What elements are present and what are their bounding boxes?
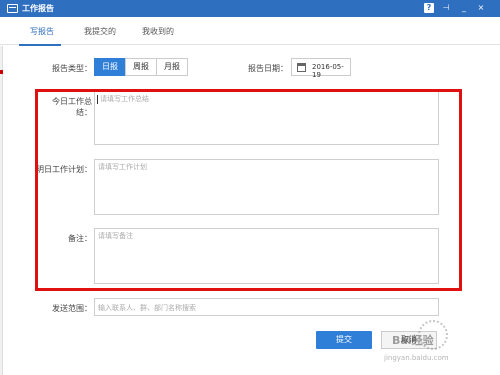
pin-icon[interactable]: ⊣ xyxy=(441,3,451,13)
report-type-daily[interactable]: 日报 xyxy=(94,58,126,76)
window-title: 工作报告 xyxy=(22,4,54,13)
tab-my-submitted[interactable]: 我提交的 xyxy=(84,26,116,37)
report-date-field[interactable]: 2016-05-19 xyxy=(291,58,351,79)
calendar-icon[interactable] xyxy=(297,63,306,72)
plan-placeholder: 请填写工作计划 xyxy=(98,163,147,171)
watermark: Bai经验 jingyan.baidu.com xyxy=(372,318,498,374)
help-icon[interactable]: ? xyxy=(424,3,434,13)
active-tab-indicator xyxy=(19,44,61,46)
report-type-weekly[interactable]: 周报 xyxy=(125,58,157,76)
plan-textarea[interactable]: 请填写工作计划 xyxy=(94,159,439,215)
send-scope-label: 发送范围： xyxy=(52,304,92,313)
remarks-textarea[interactable]: 请填写备注 xyxy=(94,228,439,284)
close-icon[interactable]: × xyxy=(476,3,486,13)
window-icon xyxy=(7,4,18,13)
remarks-label: 备注： xyxy=(68,234,92,243)
watermark-text: Bai经验 xyxy=(392,334,434,347)
summary-label: 今日工作总结： xyxy=(52,97,92,117)
summary-placeholder: 请填写工作总结 xyxy=(100,95,149,103)
background-window-edge xyxy=(0,46,3,375)
report-date-label: 报告日期： xyxy=(248,64,288,73)
tab-write-report[interactable]: 写报告 xyxy=(30,26,54,37)
report-date-value: 2016-05-19 xyxy=(312,63,344,79)
text-caret xyxy=(97,95,98,104)
report-type-monthly[interactable]: 月报 xyxy=(156,58,188,76)
summary-textarea[interactable]: 请填写工作总结 xyxy=(94,91,439,145)
report-type-label: 报告类型： xyxy=(52,64,92,73)
report-type-selector: 日报 周报 月报 xyxy=(94,58,188,76)
watermark-url: jingyan.baidu.com xyxy=(384,354,449,362)
tab-my-received[interactable]: 我收到的 xyxy=(142,26,174,37)
plan-label: 明日工作计划： xyxy=(36,165,92,174)
send-scope-input[interactable]: 输入联系人、群、部门名称搜索 xyxy=(94,298,439,316)
remarks-placeholder: 请填写备注 xyxy=(98,232,133,240)
send-scope-placeholder: 输入联系人、群、部门名称搜索 xyxy=(98,304,196,312)
minimize-icon[interactable]: _ xyxy=(459,3,469,13)
tab-bar: 写报告 我提交的 我收到的 xyxy=(0,17,500,45)
background-mark xyxy=(0,70,3,74)
title-bar: 工作报告 ? ⊣ _ × xyxy=(0,0,500,17)
submit-button[interactable]: 提交 xyxy=(316,331,372,349)
